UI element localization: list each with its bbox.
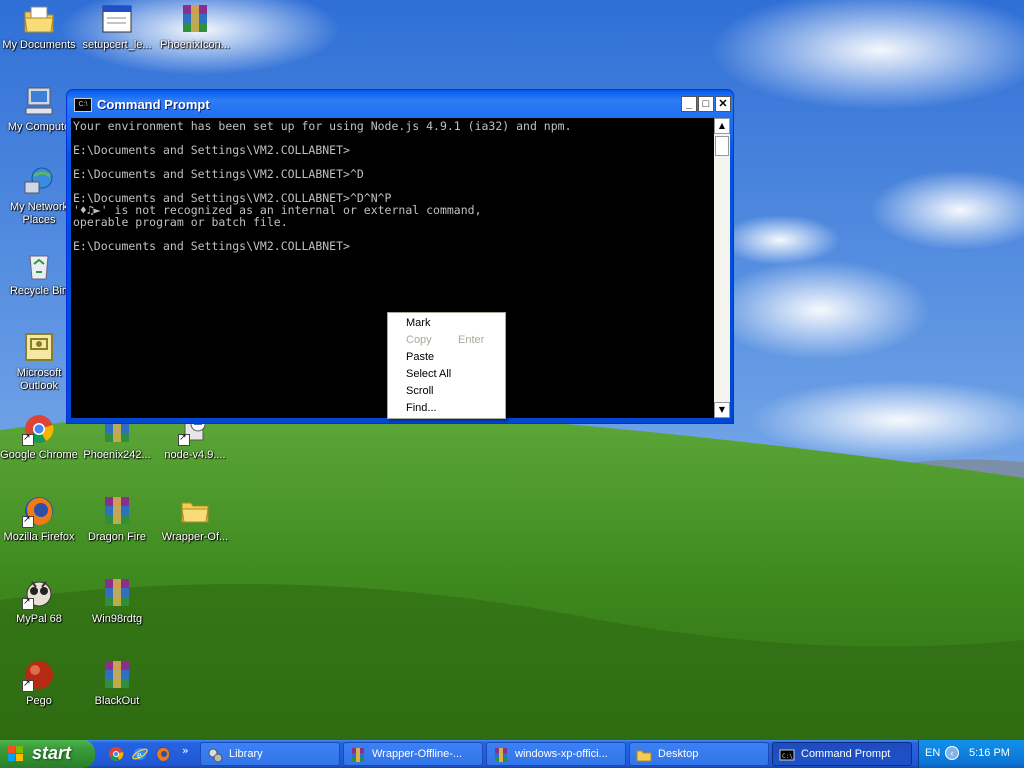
taskbar-button-label: Library <box>229 748 263 760</box>
taskbar-button-label: Wrapper-Offline-... <box>372 748 463 760</box>
svg-text:C:\: C:\ <box>782 753 793 760</box>
desktop-icon-firefox[interactable]: Mozilla Firefox <box>0 494 78 544</box>
chrome-icon[interactable] <box>108 746 124 762</box>
window-title: Command Prompt <box>97 97 210 112</box>
desktop-icon-dragon-fire[interactable]: Dragon Fire <box>78 494 156 544</box>
menu-item-mark[interactable]: Mark <box>406 315 496 332</box>
menu-item-copy[interactable]: Copy Enter <box>406 332 496 349</box>
close-button[interactable]: ✕ <box>715 96 731 112</box>
folder-icon <box>178 494 212 528</box>
desktop-icon-label: node-v4.9.... <box>164 449 226 461</box>
taskbar-button-desktop[interactable]: Desktop <box>629 742 769 766</box>
menu-item-shortcut: Enter <box>458 334 485 346</box>
menu-item-label: Mark <box>406 317 431 329</box>
internet-explorer-icon[interactable]: e <box>132 746 148 762</box>
menu-item-select-all[interactable]: Select All <box>406 366 496 383</box>
taskbar: start e » Library Wrapper-Offline-... wi… <box>0 740 1024 768</box>
my-computer-icon <box>22 84 56 118</box>
console-line: Your environment has been set up for usi… <box>73 119 572 133</box>
desktop-icon-label: Phoenix242... <box>83 449 151 461</box>
menu-item-label: Paste <box>406 351 435 363</box>
folder-icon <box>636 750 652 762</box>
quick-launch-overflow[interactable]: » <box>182 744 189 757</box>
console-line: E:\Documents and Settings\VM2.COLLABNET> <box>73 143 350 157</box>
winrar-archive-icon <box>495 748 507 762</box>
maximize-button[interactable]: □ <box>698 96 714 112</box>
taskbar-button-label: Command Prompt <box>801 748 891 760</box>
desktop-icon-label: BlackOut <box>94 695 140 707</box>
library-icon <box>208 748 223 763</box>
console-line: E:\Documents and Settings\VM2.COLLABNET>… <box>73 167 364 181</box>
desktop-icon-label: Pego <box>26 695 52 707</box>
menu-item-scroll[interactable]: Scroll <box>406 383 496 400</box>
window-title-bar[interactable]: C:\ Command Prompt _ □ ✕ <box>71 93 731 117</box>
pego-icon <box>22 658 56 692</box>
console-line: operable program or batch file. <box>73 215 288 229</box>
desktop-icon-label: PhoenixIcon... <box>160 39 230 51</box>
minimize-button[interactable]: _ <box>681 96 697 112</box>
desktop-icon-wrapper-folder[interactable]: Wrapper-Of... <box>156 494 234 544</box>
desktop-icon-label: Google Chrome <box>0 449 78 461</box>
desktop-icon-pego[interactable]: Pego <box>0 658 78 708</box>
desktop-icon-mypal[interactable]: MyPal 68 <box>0 576 78 626</box>
system-tray: EN ‹ 5:16 PM <box>918 740 1024 768</box>
taskbar-button-command-prompt[interactable]: C:\ Command Prompt <box>772 742 912 766</box>
winrar-archive-icon <box>100 658 134 692</box>
svg-text:e: e <box>137 750 142 761</box>
desktop-icon-win98rdtg[interactable]: Win98rdtg <box>78 576 156 626</box>
menu-item-label: Copy <box>406 334 432 346</box>
desktop-icon-label: setupcert_le... <box>82 39 152 51</box>
menu-item-paste[interactable]: Paste <box>406 349 496 366</box>
language-indicator[interactable]: EN <box>925 747 940 759</box>
tray-expand-icon[interactable]: ‹ <box>945 746 959 760</box>
recycle-bin-icon <box>22 248 56 282</box>
desktop-icon-label: MyPal 68 <box>16 613 62 625</box>
outlook-icon <box>22 330 56 364</box>
desktop-icon-label: Wrapper-Of... <box>161 531 229 543</box>
desktop-icon-phoenixicon[interactable]: PhoenixIcon... <box>156 2 234 52</box>
desktop-icon-label: My Documents <box>2 39 76 51</box>
desktop-icon-label: Mozilla Firefox <box>3 531 75 543</box>
network-places-icon <box>22 164 56 198</box>
taskbar-button-library[interactable]: Library <box>200 742 340 766</box>
scroll-up-arrow[interactable]: ▲ <box>714 118 730 134</box>
firefox-icon[interactable] <box>155 746 171 762</box>
chrome-icon <box>22 412 56 446</box>
winrar-archive-icon <box>352 748 364 762</box>
desktop-icon-my-documents[interactable]: My Documents <box>0 2 78 52</box>
menu-item-label: Find... <box>406 402 437 414</box>
winrar-archive-icon <box>100 494 134 528</box>
winrar-archive-icon <box>178 2 212 36</box>
desktop-icon-setupcert[interactable]: setupcert_le... <box>78 2 156 52</box>
context-menu: Mark Copy Enter Paste Select All Scroll F… <box>387 312 506 419</box>
desktop-icon-label: Dragon Fire <box>87 531 147 543</box>
scroll-down-arrow[interactable]: ▼ <box>714 402 730 418</box>
windows-logo-icon <box>8 746 23 761</box>
window-file-icon <box>100 2 134 36</box>
vertical-scrollbar[interactable]: ▲ ▼ <box>714 118 730 418</box>
desktop-icon-label: Win98rdtg <box>91 613 143 625</box>
menu-item-find[interactable]: Find... <box>406 400 496 417</box>
taskbar-button-label: Desktop <box>658 748 699 760</box>
desktop-icon-blackout[interactable]: BlackOut <box>78 658 156 708</box>
winrar-archive-icon <box>100 576 134 610</box>
taskbar-button-windows-xp[interactable]: windows-xp-offici... <box>486 742 626 766</box>
clock[interactable]: 5:16 PM <box>969 747 1010 759</box>
start-button[interactable]: start <box>0 740 95 768</box>
my-documents-icon <box>22 2 56 36</box>
command-prompt-icon: C:\ <box>779 749 795 761</box>
taskbar-button-wrapper-offline[interactable]: Wrapper-Offline-... <box>343 742 483 766</box>
menu-item-label: Select All <box>406 368 452 380</box>
firefox-icon <box>22 494 56 528</box>
scroll-thumb[interactable] <box>715 136 729 156</box>
menu-item-label: Scroll <box>406 385 434 397</box>
console-line: E:\Documents and Settings\VM2.COLLABNET> <box>73 239 350 253</box>
mypal-icon <box>22 576 56 610</box>
start-label: start <box>32 743 72 763</box>
command-prompt-icon: C:\ <box>74 98 92 112</box>
taskbar-button-label: windows-xp-offici... <box>515 748 608 760</box>
